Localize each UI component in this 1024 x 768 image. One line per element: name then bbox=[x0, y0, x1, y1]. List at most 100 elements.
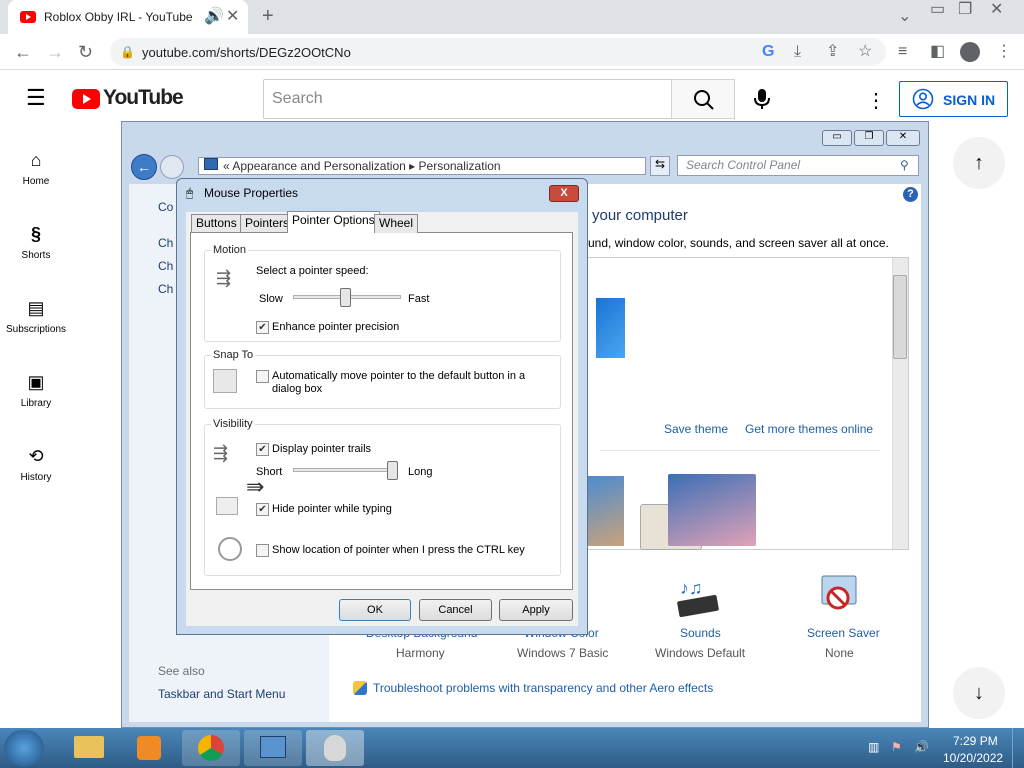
reload-icon[interactable]: ↻ bbox=[78, 43, 93, 61]
bookmark-star-icon[interactable]: ☆ bbox=[858, 44, 872, 60]
share-icon[interactable]: ⇪ bbox=[826, 44, 839, 60]
sidebar-item-home[interactable]: ⌂ Home bbox=[0, 150, 72, 187]
volume-icon[interactable]: 🔊 bbox=[914, 740, 929, 754]
cp-minimize-icon[interactable]: ▭ bbox=[822, 130, 852, 146]
forward-icon[interactable]: → bbox=[46, 43, 64, 61]
restore-icon[interactable]: ❐ bbox=[958, 2, 972, 18]
clock-time[interactable]: 7:29 PM bbox=[953, 734, 998, 748]
sidebar-item-library[interactable]: ▣ Library bbox=[0, 372, 72, 409]
cp-left-link[interactable]: Ch bbox=[158, 282, 173, 296]
cp-close-icon[interactable]: ✕ bbox=[886, 130, 920, 146]
themes-divider bbox=[600, 450, 880, 451]
tab-wheel[interactable]: Wheel bbox=[374, 214, 419, 233]
previous-short-button[interactable]: ↑ bbox=[953, 137, 1005, 189]
cp-breadcrumb[interactable]: « Appearance and Personalization ▸ Perso… bbox=[198, 157, 646, 175]
tab-pointer-options[interactable]: Pointer Options bbox=[287, 211, 380, 233]
minimize-icon[interactable]: ▭ bbox=[930, 2, 945, 18]
sign-in-label: SIGN IN bbox=[943, 92, 996, 108]
sidebar-item-history[interactable]: ⟲ History bbox=[0, 446, 72, 483]
explorer-taskbar-button[interactable] bbox=[60, 730, 118, 766]
next-short-button[interactable]: ↓ bbox=[953, 667, 1005, 719]
control-panel-taskbar-button[interactable] bbox=[244, 730, 302, 766]
pointer-speed-thumb[interactable] bbox=[340, 288, 351, 307]
google-translate-icon[interactable]: G bbox=[762, 44, 774, 60]
new-tab-button[interactable]: + bbox=[262, 6, 274, 26]
media-player-icon bbox=[137, 736, 161, 760]
cancel-button[interactable]: Cancel bbox=[419, 599, 492, 621]
install-icon[interactable]: ⤓ bbox=[794, 44, 801, 60]
cp-back-button[interactable]: ← bbox=[131, 154, 157, 180]
cp-refresh-icon[interactable]: ⇆ bbox=[650, 156, 670, 176]
theme-thumbnail[interactable] bbox=[596, 298, 625, 358]
cp-search-input[interactable]: Search Control Panel bbox=[677, 155, 919, 176]
window-color-value: Windows 7 Basic bbox=[517, 646, 609, 660]
sign-in-button[interactable]: SIGN IN bbox=[899, 81, 1008, 117]
pointer-trails-label: Display pointer trails bbox=[272, 443, 372, 455]
sidebar-item-subscriptions[interactable]: ▤ Subscriptions bbox=[0, 298, 72, 335]
cp-left-link[interactable]: Ch bbox=[158, 259, 173, 273]
see-also-label: See also bbox=[158, 664, 205, 678]
show-location-checkbox[interactable] bbox=[256, 544, 269, 557]
troubleshoot-link[interactable]: Troubleshoot problems with transparency … bbox=[373, 681, 713, 695]
mouse-properties-taskbar-button[interactable] bbox=[306, 730, 364, 766]
sidebar-item-label: History bbox=[20, 472, 52, 483]
theme-thumbnail[interactable] bbox=[668, 474, 756, 546]
pointer-trail-slider[interactable] bbox=[293, 468, 396, 472]
sidebar-item-label: Subscriptions bbox=[5, 324, 67, 335]
snap-to-checkbox[interactable] bbox=[256, 370, 269, 383]
cp-left-link[interactable]: Co bbox=[158, 200, 173, 214]
show-desktop-button[interactable] bbox=[1012, 728, 1024, 768]
breadcrumb-root[interactable]: Appearance and Personalization bbox=[232, 159, 405, 173]
themes-scroll-thumb[interactable] bbox=[893, 275, 907, 359]
clock-date[interactable]: 10/20/2022 bbox=[943, 751, 1003, 765]
enhance-precision-checkbox[interactable]: ✔ bbox=[256, 321, 269, 334]
pointer-trails-checkbox[interactable]: ✔ bbox=[256, 443, 269, 456]
speaker-icon[interactable]: 🔊 bbox=[204, 9, 224, 25]
network-icon[interactable]: ▥ bbox=[868, 740, 879, 754]
cp-left-link[interactable]: Ch bbox=[158, 236, 173, 250]
search-button[interactable] bbox=[671, 79, 735, 119]
pointer-trail-thumb[interactable] bbox=[387, 461, 398, 480]
history-icon: ⟲ bbox=[28, 446, 44, 466]
taskbar-start-menu-link[interactable]: Taskbar and Start Menu bbox=[158, 687, 285, 701]
media-control-icon[interactable]: ≡ bbox=[898, 44, 907, 60]
apply-button[interactable]: Apply bbox=[499, 599, 573, 621]
theme-thumbnail[interactable] bbox=[588, 476, 624, 546]
sounds-icon[interactable]: ♪♫ bbox=[674, 572, 724, 622]
tab-buttons[interactable]: Buttons bbox=[191, 214, 242, 233]
dialog-close-button[interactable]: X bbox=[549, 185, 579, 202]
close-window-icon[interactable]: ✕ bbox=[990, 2, 1003, 18]
search-input[interactable]: Search bbox=[263, 79, 672, 119]
visibility-group-label: Visibility bbox=[211, 418, 255, 430]
browser-menu-icon[interactable]: ⋮ bbox=[996, 44, 1012, 60]
start-button[interactable] bbox=[4, 730, 44, 766]
screen-saver-link[interactable]: Screen Saver bbox=[807, 626, 880, 640]
ok-button[interactable]: OK bbox=[339, 599, 411, 621]
cp-forward-button[interactable] bbox=[160, 155, 184, 179]
sidebar-item-label: Library bbox=[20, 398, 52, 409]
breadcrumb-current[interactable]: Personalization bbox=[419, 159, 501, 173]
hide-pointer-checkbox[interactable]: ✔ bbox=[256, 503, 269, 516]
lock-icon[interactable]: 🔒 bbox=[120, 44, 135, 60]
action-center-icon[interactable]: ⚑ bbox=[891, 740, 902, 754]
sidebar-item-shorts[interactable]: § Shorts bbox=[0, 224, 72, 261]
save-theme-link[interactable]: Save theme bbox=[664, 422, 728, 436]
cp-maximize-icon[interactable]: ❐ bbox=[854, 130, 884, 146]
tab-search-icon[interactable]: ⌄ bbox=[898, 9, 911, 25]
chrome-taskbar-button[interactable] bbox=[182, 730, 240, 766]
back-icon[interactable]: ← bbox=[14, 43, 32, 61]
hamburger-menu-icon[interactable]: ☰ bbox=[26, 87, 46, 109]
sounds-link[interactable]: Sounds bbox=[680, 626, 721, 640]
close-tab-icon[interactable]: ✕ bbox=[226, 9, 239, 25]
profile-avatar[interactable] bbox=[960, 42, 980, 62]
side-panel-icon[interactable]: ◧ bbox=[930, 44, 945, 60]
youtube-logo-text[interactable]: YouTube bbox=[103, 86, 184, 110]
help-icon[interactable]: ? bbox=[903, 187, 918, 202]
speed-slow-label: Slow bbox=[259, 293, 283, 305]
tab-pointers[interactable]: Pointers bbox=[240, 214, 295, 233]
voice-search-button[interactable] bbox=[752, 88, 772, 110]
media-player-taskbar-button[interactable] bbox=[120, 730, 178, 766]
get-more-themes-link[interactable]: Get more themes online bbox=[745, 422, 873, 436]
screen-saver-icon[interactable] bbox=[816, 572, 862, 618]
settings-menu-icon[interactable]: ⋮ bbox=[866, 88, 886, 113]
